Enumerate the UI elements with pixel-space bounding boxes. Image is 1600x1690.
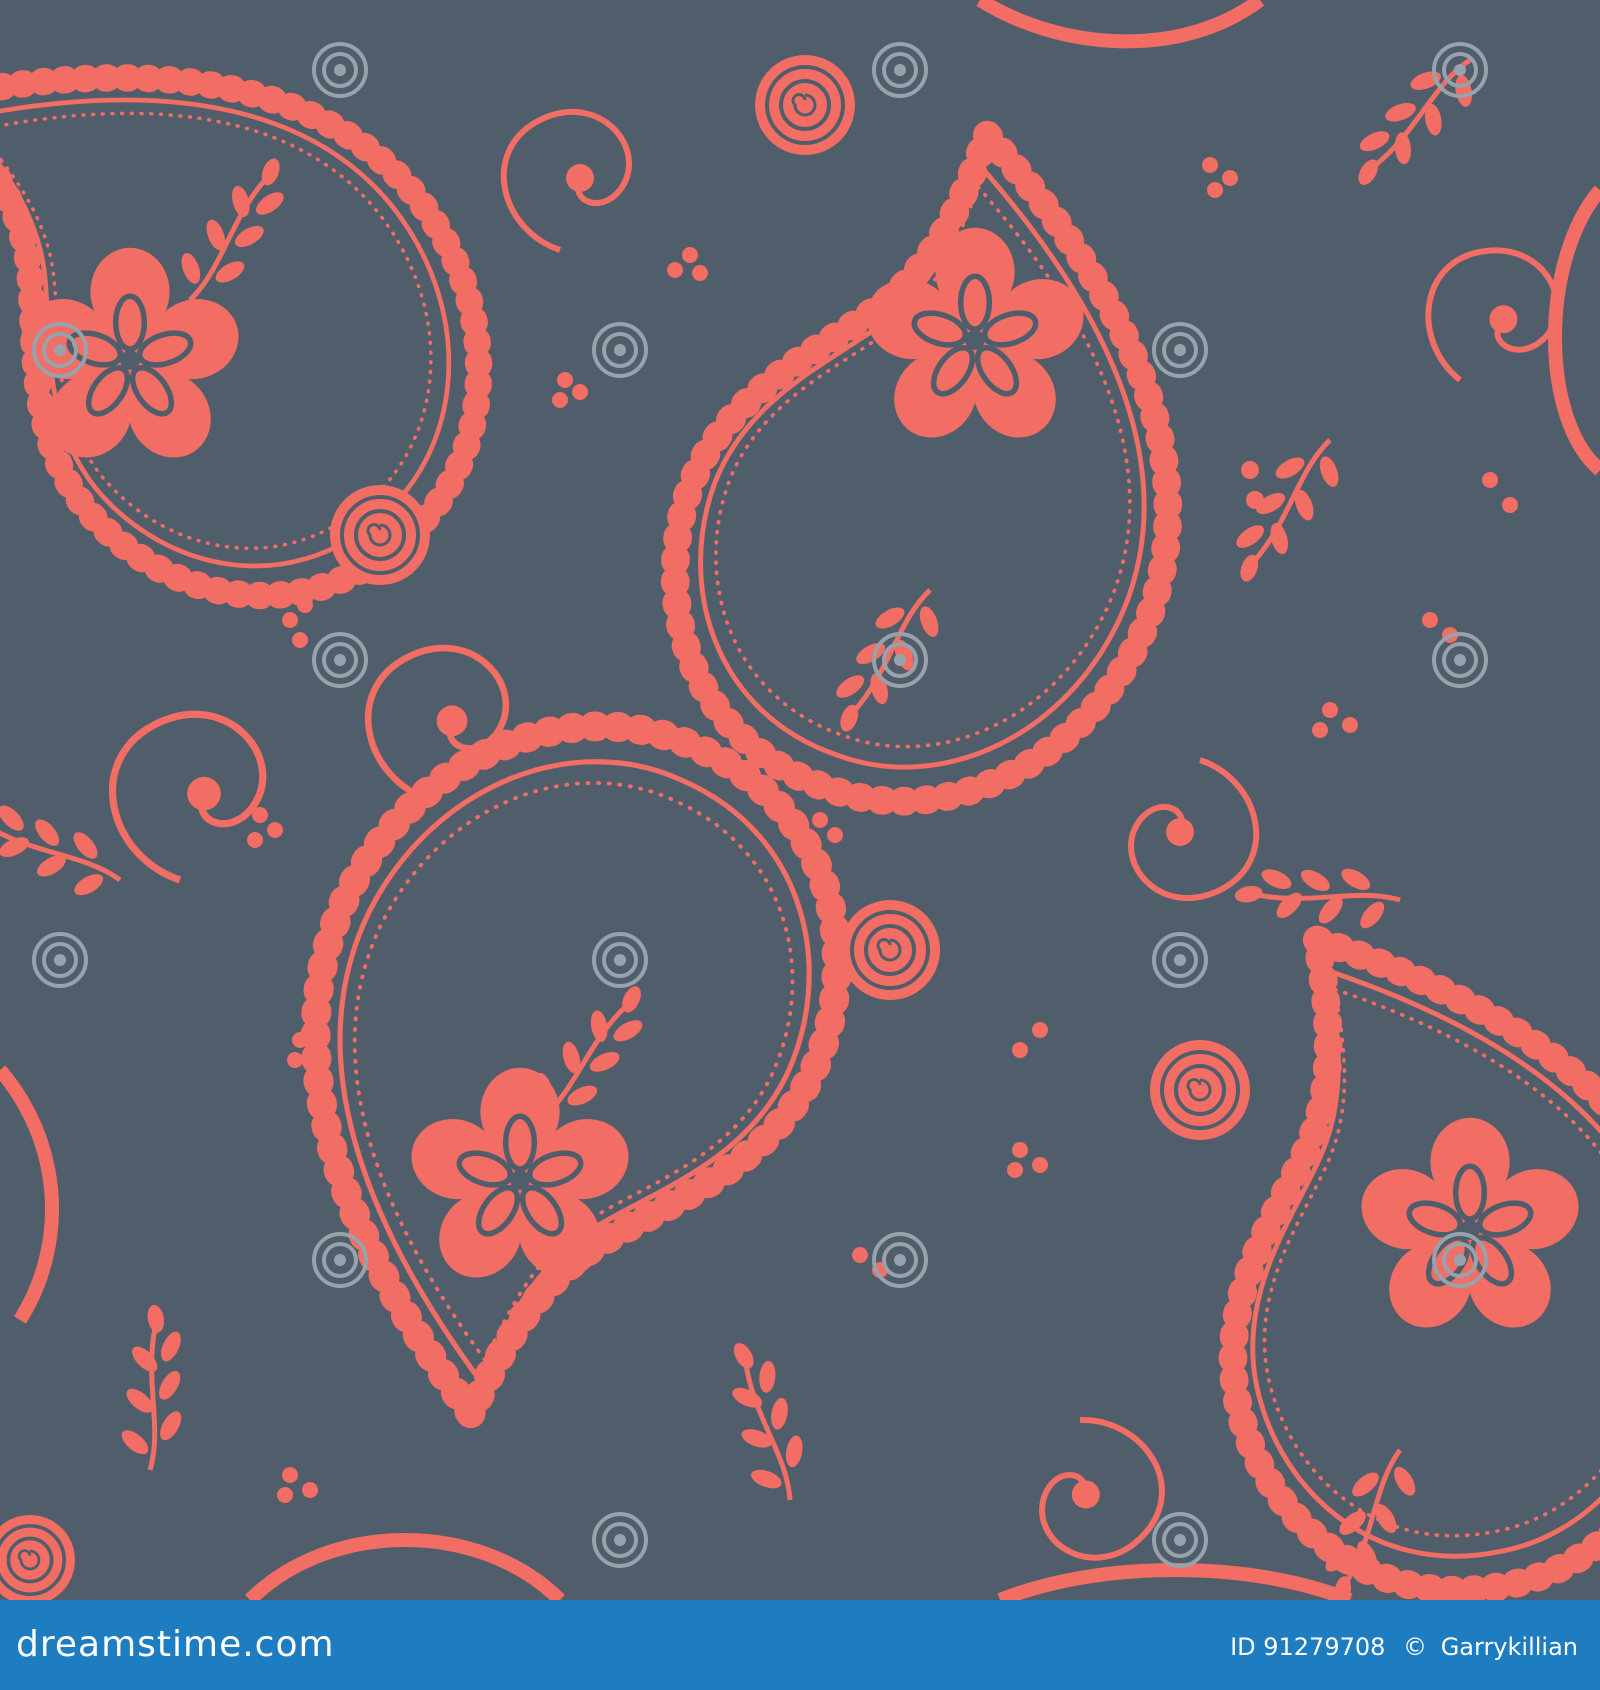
image-id: ID 91279708 (1230, 1633, 1386, 1661)
copyright-icon: © (1403, 1633, 1428, 1661)
stock-footer-bar: dreamstime.com ID 91279708 © Garrykillia… (0, 1600, 1600, 1690)
medallion-motif (838, 898, 942, 1002)
stock-image: dreamstime.com ID 91279708 © Garrykillia… (0, 0, 1600, 1690)
author-name[interactable]: Garrykillian (1441, 1633, 1578, 1661)
site-name[interactable]: dreamstime.com (16, 1624, 335, 1665)
medallion-motif (328, 483, 432, 587)
paisley-pattern (0, 0, 1600, 1600)
medallion-motif (753, 53, 857, 157)
medallion-motif (1148, 1038, 1252, 1142)
image-metadata: ID 91279708 © Garrykillian (1230, 1633, 1578, 1661)
